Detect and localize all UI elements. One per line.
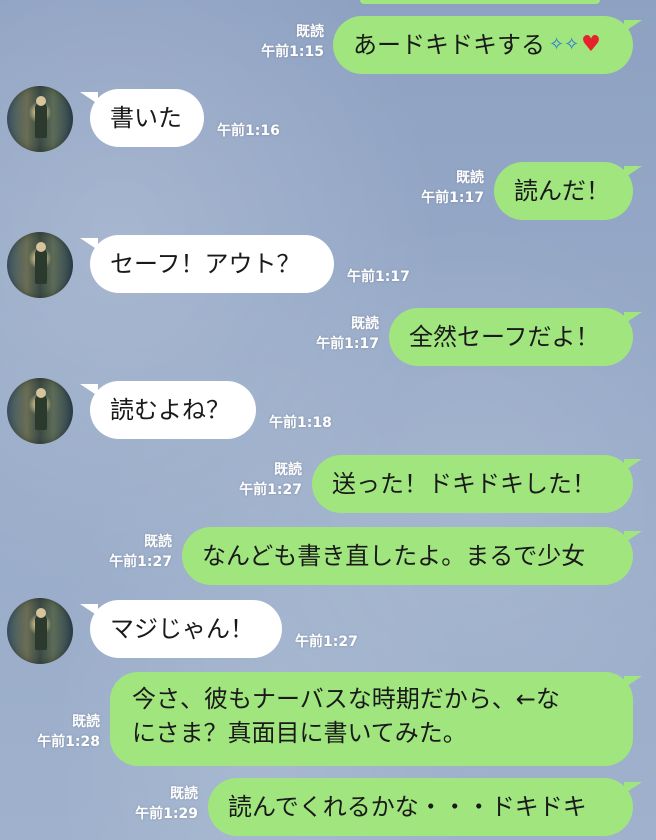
message-bubble-outgoing[interactable]: なんども書き直したよ。まるで少女 (182, 527, 633, 585)
timestamp: 午前1:27 (295, 634, 358, 650)
message-bubble-incoming[interactable]: 書いた (90, 89, 204, 147)
read-receipt: 既読 (144, 534, 172, 550)
message-bubble-outgoing[interactable]: 送った！ドキドキした！ (312, 455, 633, 513)
contact-avatar[interactable] (7, 378, 73, 444)
message-text: 全然セーフだよ！ (409, 323, 600, 351)
message-meta: 既読 午前1:29 (110, 784, 198, 824)
bubble-tail (624, 676, 642, 688)
read-receipt: 既読 (351, 316, 379, 332)
message-bubble-outgoing[interactable]: あードキドキする ✧✧ ♥ (333, 16, 633, 74)
contact-avatar[interactable] (7, 598, 73, 664)
timestamp: 午前1:27 (239, 482, 302, 498)
timestamp: 午前1:17 (421, 190, 484, 206)
message-bubble-outgoing[interactable]: 読んでくれるかな・・・ドキドキ (208, 778, 633, 836)
bubble-tail (624, 312, 642, 324)
message-meta: 既読 午前1:15 (236, 22, 324, 62)
message-meta: 既読 午前1:17 (396, 168, 484, 208)
timestamp: 午前1:15 (261, 44, 324, 60)
contact-avatar[interactable] (7, 86, 73, 152)
message-text: 送った！ドキドキした！ (332, 470, 596, 498)
timestamp: 午前1:17 (347, 269, 410, 285)
timestamp: 午前1:16 (217, 123, 280, 139)
bubble-tail (624, 531, 642, 543)
message-meta: 既読 午前1:28 (12, 712, 100, 752)
heart-icon: ♥ (581, 32, 601, 57)
message-bubble-incoming[interactable]: 読むよね？ (90, 381, 256, 439)
timestamp: 午前1:27 (109, 554, 172, 570)
read-receipt: 既読 (72, 714, 100, 730)
message-text: 読んだ！ (514, 177, 610, 205)
message-text: 読んでくれるかな・・・ドキドキ (228, 793, 587, 821)
previous-message-edge (360, 0, 600, 4)
message-text-line-2: にさま？真面目に書いてみた。 (132, 719, 467, 747)
message-text: マジじゃん！ (110, 615, 254, 643)
bubble-tail (624, 166, 642, 178)
message-bubble-incoming[interactable]: セーフ！アウト？ (90, 235, 334, 293)
message-meta: 既読 午前1:27 (214, 460, 302, 500)
message-bubble-incoming[interactable]: マジじゃん！ (90, 600, 282, 658)
timestamp: 午前1:29 (135, 806, 198, 822)
message-bubble-outgoing[interactable]: 全然セーフだよ！ (389, 308, 633, 366)
read-receipt: 既読 (274, 462, 302, 478)
message-text: なんども書き直したよ。まるで少女 (202, 542, 586, 570)
timestamp: 午前1:17 (316, 336, 379, 352)
bubble-tail (624, 459, 642, 471)
contact-avatar[interactable] (7, 232, 73, 298)
message-text: 読むよね？ (110, 396, 230, 424)
message-meta: 既読 午前1:17 (291, 314, 379, 354)
message-bubble-outgoing[interactable]: 読んだ！ (494, 162, 633, 220)
bubble-tail (624, 20, 642, 32)
message-meta: 既読 午前1:27 (84, 532, 172, 572)
bubble-tail (624, 782, 642, 794)
read-receipt: 既読 (170, 786, 198, 802)
chat-thread[interactable]: 既読 午前1:15 あードキドキする ✧✧ ♥ 書いた 午前1:16 既読 午前… (0, 0, 656, 840)
sparkle-face-icon: ✧✧ (549, 34, 580, 55)
read-receipt: 既読 (456, 170, 484, 186)
timestamp: 午前1:18 (269, 415, 332, 431)
message-text: あードキドキする (353, 31, 545, 59)
read-receipt: 既読 (296, 24, 324, 40)
message-bubble-outgoing[interactable]: 今さ、彼もナーバスな時期だから、←な にさま？真面目に書いてみた。 (110, 672, 633, 766)
message-text-line-1: 今さ、彼もナーバスな時期だから、←な (132, 685, 560, 713)
message-text: 書いた (110, 104, 182, 132)
message-text: セーフ！アウト？ (110, 250, 301, 278)
timestamp: 午前1:28 (37, 734, 100, 750)
